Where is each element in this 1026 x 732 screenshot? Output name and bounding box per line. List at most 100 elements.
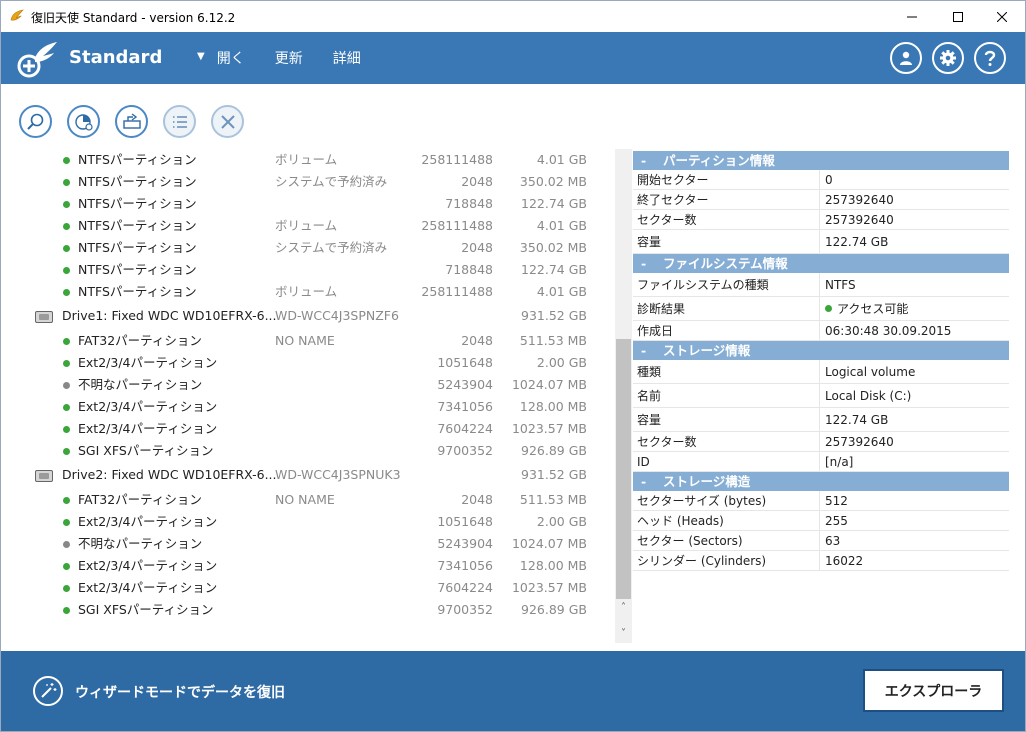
partition-name: Ext2/3/4パーティション bbox=[78, 421, 218, 436]
partition-row[interactable]: NTFSパーティション 718848 122.74 GB bbox=[1, 193, 615, 215]
partition-name: 不明なパーティション bbox=[78, 377, 203, 392]
scroll-up-icon[interactable]: ˄ bbox=[615, 599, 632, 616]
property-value: 257392640 bbox=[825, 432, 894, 452]
property-row: 診断結果 アクセス可能 bbox=[633, 297, 1009, 321]
partition-row[interactable]: 不明なパーティション 5243904 1024.07 MB bbox=[1, 533, 615, 555]
menu-open[interactable]: 開く bbox=[217, 48, 245, 68]
wizard-button[interactable] bbox=[33, 676, 63, 706]
wizard-mode-link[interactable]: ウィザードモードでデータを復旧 bbox=[75, 682, 285, 702]
collapse-icon[interactable]: - bbox=[641, 341, 663, 360]
scrollbar-thumb[interactable] bbox=[616, 339, 631, 599]
partition-row[interactable]: Ext2/3/4パーティション 7604224 1023.57 MB bbox=[1, 577, 615, 599]
property-section-header[interactable]: - パーティション情報 bbox=[633, 151, 1009, 170]
scroll-down-icon[interactable]: ˅ bbox=[615, 625, 632, 642]
property-key: セクター (Sectors) bbox=[637, 534, 743, 548]
angel-wing-icon bbox=[10, 9, 24, 21]
property-value-text: 512 bbox=[825, 494, 848, 508]
menu-refresh[interactable]: 更新 bbox=[275, 48, 303, 68]
partition-row[interactable]: NTFSパーティション ボリューム 258111488 4.01 GB bbox=[1, 149, 615, 171]
partition-row[interactable]: Ext2/3/4パーティション 7341056 128.00 MB bbox=[1, 396, 615, 418]
property-value: 63 bbox=[825, 531, 840, 551]
status-ok-icon bbox=[63, 223, 70, 230]
property-section-header[interactable]: - ファイルシステム情報 bbox=[633, 254, 1009, 273]
partition-size: 1024.07 MB bbox=[511, 536, 587, 551]
property-value-text: [n/a] bbox=[825, 455, 854, 469]
column-divider bbox=[819, 551, 820, 570]
partition-row[interactable]: NTFSパーティション ボリューム 258111488 4.01 GB bbox=[1, 281, 615, 303]
logo-icon bbox=[17, 42, 57, 78]
collapse-icon[interactable]: - bbox=[641, 254, 663, 273]
minimize-button[interactable] bbox=[889, 1, 935, 32]
partition-label: ボリューム bbox=[275, 218, 338, 233]
partition-row[interactable]: Ext2/3/4パーティション 7341056 128.00 MB bbox=[1, 555, 615, 577]
search-button[interactable] bbox=[19, 105, 52, 138]
export-button[interactable] bbox=[115, 105, 148, 138]
close-window-button[interactable] bbox=[979, 1, 1025, 32]
property-section-header[interactable]: - ストレージ情報 bbox=[633, 341, 1009, 360]
partition-row[interactable]: Ext2/3/4パーティション 7604224 1023.57 MB bbox=[1, 418, 615, 440]
partition-name: NTFSパーティション bbox=[78, 262, 197, 277]
partition-tree[interactable]: NTFSパーティション ボリューム 258111488 4.01 GB NTFSパーティ… bbox=[1, 149, 615, 641]
collapse-icon[interactable]: - bbox=[641, 472, 663, 491]
partition-sectors: 718848 bbox=[445, 262, 493, 277]
property-row: 作成日 06:30:48 30.09.2015 bbox=[633, 321, 1009, 341]
scan-button[interactable] bbox=[67, 105, 100, 138]
partition-sectors: 2048 bbox=[461, 492, 493, 507]
partition-label: ボリューム bbox=[275, 152, 338, 167]
partition-name: Ext2/3/4パーティション bbox=[78, 355, 218, 370]
tree-scrollbar[interactable]: ˄ ˅ bbox=[615, 149, 632, 643]
partition-sectors: 9700352 bbox=[437, 602, 493, 617]
help-button[interactable] bbox=[974, 42, 1006, 74]
app-header: Standard ▼ 開く 更新 詳細 bbox=[1, 32, 1025, 84]
partition-row[interactable]: Ext2/3/4パーティション 1051648 2.00 GB bbox=[1, 511, 615, 533]
column-divider bbox=[819, 321, 820, 340]
partition-label: NO NAME bbox=[275, 492, 335, 507]
menu-dropdown-icon[interactable]: ▼ bbox=[197, 51, 205, 68]
cancel-button[interactable] bbox=[211, 105, 244, 138]
partition-name: FAT32パーティション bbox=[78, 492, 202, 507]
partition-name: SGI XFSパーティション bbox=[78, 602, 214, 617]
partition-name: Ext2/3/4パーティション bbox=[78, 399, 218, 414]
property-value: 16022 bbox=[825, 551, 863, 571]
property-key: ID bbox=[637, 455, 650, 469]
hard-drive-icon bbox=[35, 311, 53, 323]
partition-row[interactable]: Ext2/3/4パーティション 1051648 2.00 GB bbox=[1, 352, 615, 374]
close-icon bbox=[220, 114, 235, 129]
property-value-text: 122.74 GB bbox=[825, 235, 889, 249]
partition-row[interactable]: 不明なパーティション 5243904 1024.07 MB bbox=[1, 374, 615, 396]
property-key: 開始セクター bbox=[637, 173, 709, 187]
property-value-text: Logical volume bbox=[825, 365, 916, 379]
column-divider bbox=[819, 230, 820, 253]
partition-size: 4.01 GB bbox=[536, 284, 587, 299]
list-button[interactable] bbox=[163, 105, 196, 138]
property-key: ヘッド (Heads) bbox=[637, 514, 724, 528]
menu-details[interactable]: 詳細 bbox=[333, 48, 361, 68]
partition-row[interactable]: SGI XFSパーティション 9700352 926.89 GB bbox=[1, 440, 615, 462]
property-value: アクセス可能 bbox=[825, 297, 908, 321]
status-ok-icon bbox=[63, 201, 70, 208]
partition-row[interactable]: NTFSパーティション システムで予約済み 2048 350.02 MB bbox=[1, 171, 615, 193]
partition-row[interactable]: NTFSパーティション ボリューム 258111488 4.01 GB bbox=[1, 215, 615, 237]
user-button[interactable] bbox=[890, 42, 922, 74]
property-section-header[interactable]: - ストレージ構造 bbox=[633, 472, 1009, 491]
partition-row[interactable]: NTFSパーティション システムで予約済み 2048 350.02 MB bbox=[1, 237, 615, 259]
drive-row[interactable]: Drive2: Fixed WDC WD10EFRX-6... WD-WCC4J3… bbox=[1, 464, 615, 486]
maximize-button[interactable] bbox=[935, 1, 981, 32]
property-key: セクターサイズ (bytes) bbox=[637, 494, 767, 508]
partition-row[interactable]: SGI XFSパーティション 9700352 926.89 GB bbox=[1, 599, 615, 621]
property-value-text: 63 bbox=[825, 534, 841, 548]
property-key: 終了セクター bbox=[637, 193, 709, 207]
partition-row[interactable]: FAT32パーティション NO NAME 2048 511.53 MB bbox=[1, 330, 615, 352]
partition-row[interactable]: FAT32パーティション NO NAME 2048 511.53 MB bbox=[1, 489, 615, 511]
collapse-icon[interactable]: - bbox=[641, 151, 663, 170]
drive-row[interactable]: Drive1: Fixed WDC WD10EFRX-6... WD-WCC4J3… bbox=[1, 305, 615, 327]
column-divider bbox=[819, 511, 820, 530]
partition-sectors: 2048 bbox=[461, 174, 493, 189]
partition-label: WD-WCC4J3SPNUK3 bbox=[275, 467, 401, 482]
settings-button[interactable] bbox=[932, 42, 964, 74]
partition-name: NTFSパーティション bbox=[78, 284, 197, 299]
partition-row[interactable]: NTFSパーティション 718848 122.74 GB bbox=[1, 259, 615, 281]
partition-size: 1023.57 MB bbox=[511, 580, 587, 595]
explorer-button[interactable]: エクスプローラ bbox=[863, 669, 1004, 712]
partition-size: 1023.57 MB bbox=[511, 421, 587, 436]
